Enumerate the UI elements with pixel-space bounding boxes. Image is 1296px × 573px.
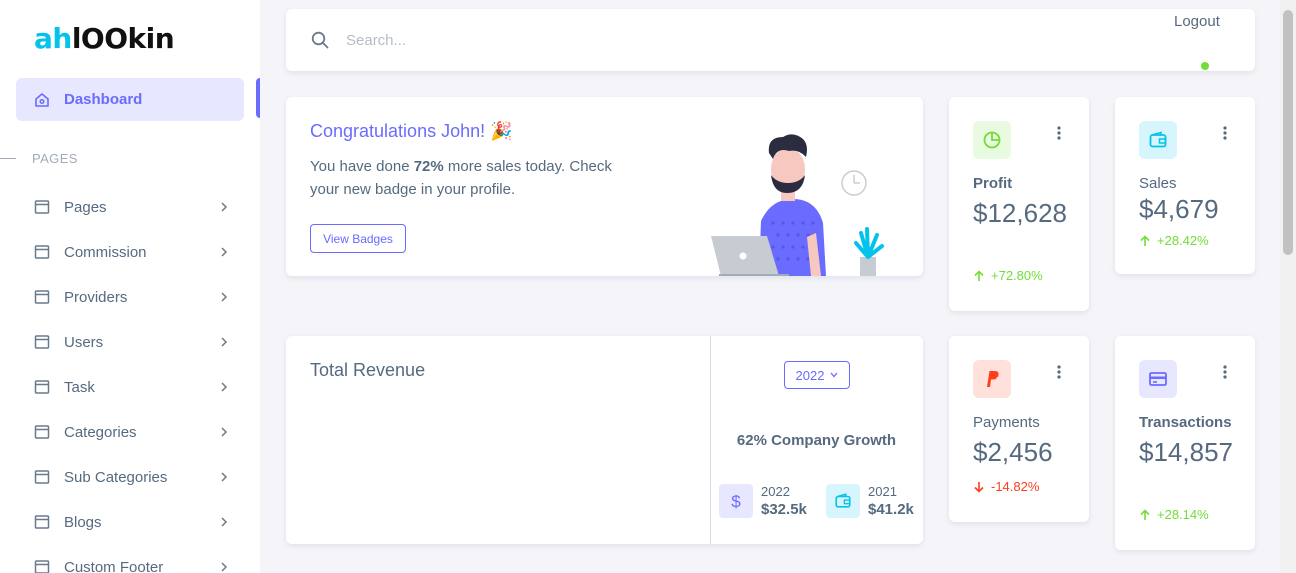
home-icon (35, 92, 49, 107)
dollar-icon: $ (719, 484, 753, 518)
sidebar-item-task[interactable]: Task (34, 375, 234, 399)
stat-label: Sales (1139, 175, 1177, 192)
sidebar-item-pages[interactable]: Pages (34, 195, 234, 219)
stat-value: $12,628 (973, 198, 1067, 228)
payments-card: Payments $2,456 -14.82% (949, 336, 1089, 522)
layout-icon (34, 200, 50, 214)
sidebar-item-sub-categories[interactable]: Sub Categories (34, 465, 234, 489)
logout-link[interactable]: Logout (1174, 13, 1220, 30)
transactions-card: Transactions $14,857 +28.14% (1115, 336, 1255, 550)
wallet-icon (826, 484, 860, 518)
arrow-up-icon (1140, 508, 1150, 520)
layout-icon (34, 380, 50, 394)
chevron-right-icon (221, 562, 228, 572)
total-revenue-card: Total Revenue 2022 62% Company Growth $ … (286, 336, 923, 544)
app-logo[interactable]: ahlOOkin (34, 22, 175, 55)
chevron-right-icon (221, 427, 228, 437)
stat-delta: -14.82% (973, 479, 1039, 494)
congratulations-card: Congratulations John! 🎉 You have done 72… (286, 97, 923, 276)
stat-value: $14,857 (1139, 437, 1233, 467)
chevron-right-icon (221, 292, 228, 302)
sidebar-item-label: Task (64, 378, 95, 396)
sidebar-item-blogs[interactable]: Blogs (34, 510, 234, 534)
chevron-right-icon (221, 517, 228, 527)
paypal-icon (973, 360, 1011, 398)
sidebar-item-label: Blogs (64, 513, 102, 531)
more-options-icon[interactable] (1057, 126, 1061, 140)
congrats-description: You have done 72% more sales today. Chec… (310, 158, 612, 198)
chevron-right-icon (221, 472, 228, 482)
stat-delta: +28.42% (1139, 233, 1209, 248)
revenue-amount: $41.2k (868, 501, 914, 518)
sidebar-section-header: PAGES (0, 150, 78, 166)
stat-label: Payments (973, 414, 1040, 431)
sidebar-item-label: Dashboard (64, 91, 143, 108)
stat-value: $4,679 (1139, 194, 1219, 224)
sidebar-item-dashboard[interactable]: Dashboard (16, 78, 244, 121)
chevron-down-icon (830, 372, 838, 378)
more-options-icon[interactable] (1057, 365, 1061, 379)
svg-text:$: $ (731, 492, 741, 510)
sidebar-item-label: Commission (64, 243, 147, 261)
chevron-right-icon (221, 247, 228, 257)
sidebar-item-categories[interactable]: Categories (34, 420, 234, 444)
stat-delta: +28.14% (1139, 507, 1209, 522)
year-select-dropdown[interactable]: 2022 (784, 361, 850, 389)
sidebar-item-commission[interactable]: Commission (34, 240, 234, 264)
stat-label: Profit (973, 175, 1013, 192)
sidebar-item-label: Custom Footer (64, 558, 164, 573)
sidebar: ahlOOkin Dashboard PAGES Pages Commissio… (0, 0, 260, 573)
revenue-previous-year: 2021 $41.2k (826, 484, 914, 518)
scrollbar-thumb[interactable] (1283, 10, 1293, 255)
pie-chart-icon (973, 121, 1011, 159)
sidebar-item-label: Users (64, 333, 104, 351)
revenue-current-year: $ 2022 $32.5k (719, 484, 807, 518)
congrats-title: Congratulations John! 🎉 (310, 121, 513, 141)
page-scrollbar[interactable] (1280, 0, 1296, 573)
sales-card: Sales $4,679 +28.42% (1115, 97, 1255, 274)
sidebar-item-users[interactable]: Users (34, 330, 234, 354)
layout-icon (34, 515, 50, 529)
sidebar-item-label: Providers (64, 288, 128, 306)
stat-value: $2,456 (973, 437, 1053, 467)
top-navbar: Logout (286, 9, 1255, 71)
revenue-year-label: 2021 (868, 484, 897, 499)
layout-icon (34, 425, 50, 439)
profit-card: Profit $12,628 +72.80% (949, 97, 1089, 311)
layout-icon (34, 560, 50, 573)
company-growth-text: 62% Company Growth (736, 432, 897, 449)
more-options-icon[interactable] (1223, 365, 1227, 379)
layout-icon (34, 470, 50, 484)
arrow-up-icon (974, 269, 984, 281)
man-with-laptop-illustration (711, 134, 884, 276)
arrow-up-icon (1140, 234, 1150, 246)
layout-icon (34, 290, 50, 304)
wallet-icon (1139, 121, 1177, 159)
revenue-year-label: 2022 (761, 484, 790, 499)
revenue-amount: $32.5k (761, 501, 807, 518)
chevron-right-icon (221, 382, 228, 392)
chevron-right-icon (221, 337, 228, 347)
layout-icon (34, 245, 50, 259)
search-input[interactable] (346, 29, 1046, 51)
credit-card-icon (1139, 360, 1177, 398)
chevron-right-icon (221, 202, 228, 212)
revenue-title: Total Revenue (310, 360, 426, 380)
arrow-down-icon (974, 481, 984, 493)
stat-delta: +72.80% (973, 268, 1043, 283)
online-status-dot (1201, 62, 1209, 70)
search-icon[interactable] (311, 31, 329, 49)
view-badges-button[interactable]: View Badges (310, 224, 406, 253)
sidebar-item-label: Categories (64, 423, 137, 441)
sidebar-item-custom-footer[interactable]: Custom Footer (34, 555, 234, 573)
sidebar-item-label: Pages (64, 198, 107, 216)
layout-icon (34, 335, 50, 349)
active-indicator (256, 78, 260, 118)
sidebar-item-providers[interactable]: Providers (34, 285, 234, 309)
more-options-icon[interactable] (1223, 126, 1227, 140)
sidebar-item-label: Sub Categories (64, 468, 168, 486)
stat-label: Transactions (1139, 414, 1232, 431)
